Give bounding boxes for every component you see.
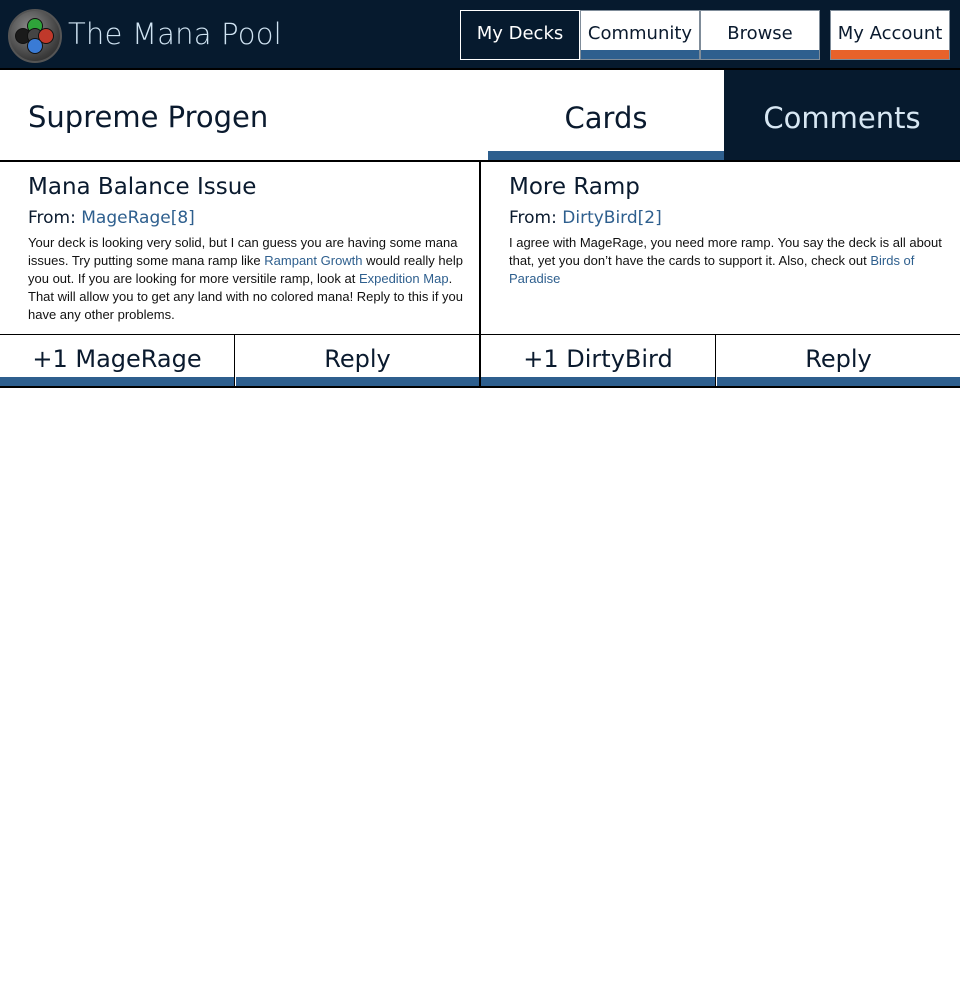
nav-browse-label: Browse	[727, 23, 793, 44]
nav-community-label: Community	[587, 23, 693, 44]
plus-one-label: +1 DirtyBird	[523, 345, 673, 373]
nav-underline	[701, 50, 819, 59]
card-link-rampant-growth[interactable]: Rampant Growth	[264, 253, 362, 268]
plus-one-label: +1 MageRage	[32, 345, 202, 373]
top-bar: The Mana Pool My Decks Community Browse …	[0, 0, 960, 70]
comment-title: More Ramp	[509, 174, 640, 200]
comment-card: More Ramp From: DirtyBird[2] I agree wit…	[481, 162, 960, 388]
reply-button[interactable]: Reply	[717, 335, 960, 386]
button-underline	[481, 377, 715, 386]
deck-title: Supreme Progen	[28, 100, 269, 134]
reply-label: Reply	[805, 345, 872, 373]
comment-from: From: MageRage[8]	[28, 208, 195, 228]
nav-underline-orange	[831, 50, 949, 59]
plus-one-button[interactable]: +1 MageRage	[0, 335, 235, 386]
nav-my-account-button[interactable]: My Account	[830, 10, 950, 60]
comment-author-link[interactable]: MageRage[8]	[81, 208, 195, 228]
deck-header: Supreme Progen Cards Comments	[0, 70, 960, 162]
comment-author-link[interactable]: DirtyBird[2]	[562, 208, 661, 228]
tab-comments[interactable]: Comments	[724, 70, 960, 160]
comment-from: From: DirtyBird[2]	[509, 208, 662, 228]
reply-label: Reply	[324, 345, 391, 373]
tab-cards-label: Cards	[564, 101, 648, 135]
app-title[interactable]: The Mana Pool	[68, 17, 282, 51]
nav-my-decks-label: My Decks	[476, 23, 564, 44]
nav-browse-button[interactable]: Browse	[700, 10, 820, 60]
blue-mana-icon	[27, 38, 43, 54]
card-link-expedition-map[interactable]: Expedition Map	[359, 271, 449, 286]
comment-body: I agree with MageRage, you need more ram…	[509, 234, 949, 288]
plus-one-button[interactable]: +1 DirtyBird	[481, 335, 716, 386]
nav-my-decks-button[interactable]: My Decks	[460, 10, 580, 60]
reply-button[interactable]: Reply	[236, 335, 479, 386]
nav-my-account-label: My Account	[837, 23, 943, 44]
comment-actions: +1 DirtyBird Reply	[481, 334, 960, 388]
comment-body: Your deck is looking very solid, but I c…	[28, 234, 468, 324]
from-label: From:	[28, 208, 76, 228]
comment-actions: +1 MageRage Reply	[0, 334, 479, 388]
button-underline	[0, 377, 234, 386]
button-underline	[236, 377, 479, 386]
tab-comments-label: Comments	[763, 101, 921, 135]
button-underline	[717, 377, 960, 386]
comment-card: Mana Balance Issue From: MageRage[8] You…	[0, 162, 481, 388]
tab-cards[interactable]: Cards	[488, 70, 724, 160]
from-label: From:	[509, 208, 557, 228]
nav-underline	[581, 50, 699, 59]
nav-community-button[interactable]: Community	[580, 10, 700, 60]
mana-pool-logo-icon[interactable]	[8, 9, 62, 63]
tab-underline	[488, 151, 724, 160]
comment-title: Mana Balance Issue	[28, 174, 257, 200]
